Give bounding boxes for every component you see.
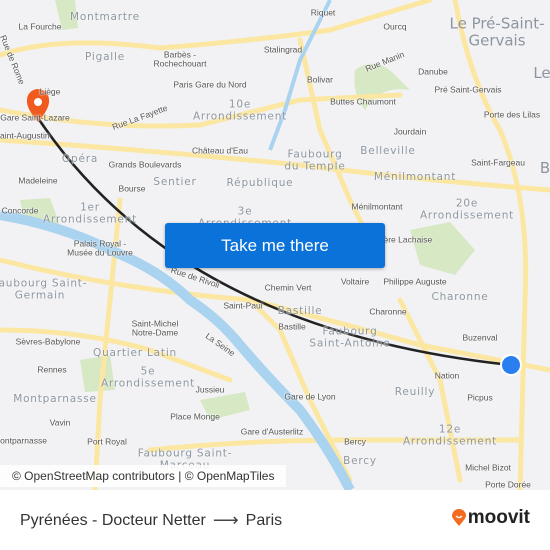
moovit-logo[interactable]: moovit: [451, 507, 530, 529]
park-jardin-des-plantes: [200, 392, 250, 420]
park-pere-lachaise: [410, 222, 475, 275]
road: [0, 257, 550, 373]
road: [0, 137, 550, 193]
origin-name: Pyrénées - Docteur Netter: [20, 511, 206, 529]
footer: Pyrénées - Docteur Netter ⟶ Paris moovit: [0, 490, 550, 550]
road: [0, 92, 403, 129]
park-luxembourg: [80, 355, 115, 392]
park-buttes-chaumont: [354, 63, 410, 110]
park-montmartre: [55, 0, 78, 30]
road: [0, 327, 233, 383]
destination-name: Paris: [245, 511, 283, 529]
take-me-there-button[interactable]: Take me there: [165, 223, 385, 268]
road: [397, 297, 463, 483]
moovit-pin-icon: [451, 509, 466, 526]
arrow-right-icon: ⟶: [212, 510, 239, 530]
brand-name: moovit: [467, 507, 530, 528]
trip-summary: Pyrénées - Docteur Netter ⟶ Paris: [20, 510, 282, 531]
destination-dot[interactable]: [500, 354, 522, 376]
map-attribution[interactable]: © OpenStreetMap contributors | © OpenMap…: [0, 465, 287, 487]
